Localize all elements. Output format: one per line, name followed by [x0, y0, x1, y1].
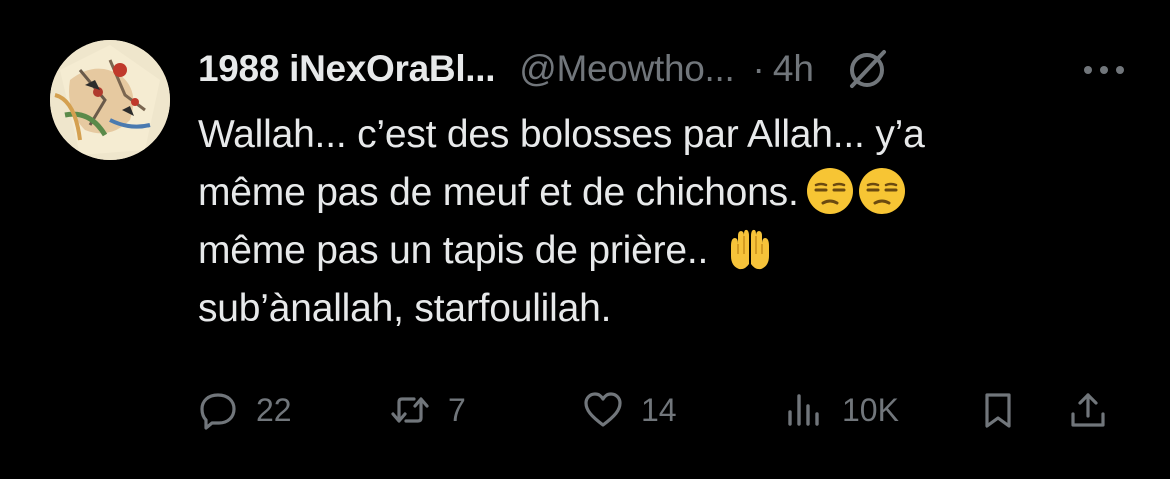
retweet-icon [390, 390, 430, 430]
retweet-count: 7 [448, 391, 466, 428]
timestamp[interactable]: 4h [773, 48, 814, 90]
reply-count: 22 [256, 391, 292, 428]
tweet-line-text: sub’ànallah, starfoulilah. [198, 287, 612, 330]
tweet-line-text: même pas de meuf et de chichons. [198, 171, 799, 214]
separator-dot: · [752, 48, 765, 89]
more-icon[interactable] [1080, 50, 1128, 90]
share-icon [1068, 390, 1108, 430]
bookmark-button[interactable] [978, 382, 1018, 438]
tweet[interactable]: 1988 iNexOraBl... @Meowtho... · 4h Walla… [0, 0, 1170, 479]
tweet-line-text: même pas un tapis de prière.. [198, 229, 709, 272]
heart-icon [583, 390, 623, 430]
raising-hands-emoji [725, 224, 775, 274]
bookmark-icon [978, 390, 1018, 430]
grok-icon[interactable] [844, 46, 890, 92]
tweet-line-text: Wallah... c’est des bolosses par Allah..… [198, 113, 925, 156]
action-bar: 22 7 14 10K [198, 382, 1118, 438]
tweet-line: même pas de meuf et de chichons. [198, 164, 1118, 222]
reply-button[interactable]: 22 [198, 382, 292, 438]
tweet-line: sub’ànallah, starfoulilah. [198, 280, 1118, 338]
avatar-image [50, 40, 170, 160]
reply-icon [198, 390, 238, 430]
user-handle[interactable]: @Meowtho... [519, 48, 735, 90]
like-button[interactable]: 14 [583, 382, 677, 438]
unamused-face-emoji [805, 166, 855, 216]
avatar[interactable] [50, 40, 170, 160]
tweet-line: même pas un tapis de prière.. [198, 222, 1118, 280]
tweet-line: Wallah... c’est des bolosses par Allah..… [198, 106, 1118, 164]
unamused-face-emoji [857, 166, 907, 216]
tweet-header: 1988 iNexOraBl... @Meowtho... · 4h [198, 44, 1128, 94]
views-icon [784, 390, 824, 430]
display-name[interactable]: 1988 iNexOraBl... [198, 48, 496, 90]
tweet-text: Wallah... c’est des bolosses par Allah..… [198, 106, 1118, 338]
views-button[interactable]: 10K [784, 382, 899, 438]
share-button[interactable] [1068, 382, 1108, 438]
views-count: 10K [842, 391, 899, 428]
retweet-button[interactable]: 7 [390, 382, 466, 438]
like-count: 14 [641, 391, 677, 428]
